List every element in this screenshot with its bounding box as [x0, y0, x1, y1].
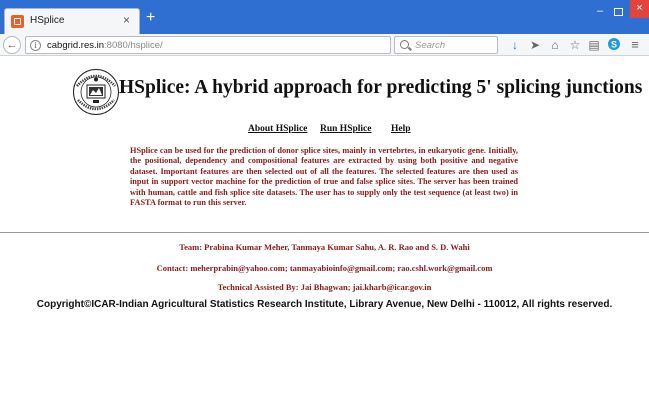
navigation-bar: ← i cabgrid.res.in:8080/hsplice/ ↻ Searc…: [0, 34, 649, 56]
tab-title: HSplice: [30, 15, 65, 26]
info-icon[interactable]: i: [30, 40, 41, 51]
url-text[interactable]: cabgrid.res.in:8080/hsplice/: [47, 40, 163, 51]
page-title: HSplice: A hybrid approach for predictin…: [119, 77, 643, 98]
page-content: HSplice: A hybrid approach for predictin…: [0, 56, 649, 393]
url-path: :8080/hsplice/: [104, 40, 163, 51]
browser-tabstrip: HSplice × + – ×: [0, 0, 649, 34]
home-icon[interactable]: ⌂: [547, 37, 563, 53]
svg-text:S: S: [611, 40, 617, 50]
url-host: cabgrid.res.in: [47, 40, 105, 51]
send-icon[interactable]: ➤: [527, 37, 543, 53]
contact-credit: Contact: meherprabin@yahoo.com; tanmayab…: [156, 263, 493, 273]
team-credit: Team: Prabina Kumar Meher, Tanmaya Kumar…: [179, 242, 470, 252]
technical-credit: Technical Assisted By: Jai Bhagwan; jai.…: [217, 282, 432, 292]
copyright-footer: Copyright©ICAR-Indian Agricultural Stati…: [36, 299, 613, 310]
about-link[interactable]: About HSplice: [248, 124, 307, 134]
page-nav: About HSplice Run HSplice Help: [0, 124, 649, 138]
menu-icon[interactable]: ≡: [627, 37, 643, 53]
maximize-button[interactable]: [610, 5, 626, 19]
favicon-icon: [11, 15, 24, 28]
tab-close-icon[interactable]: ×: [123, 13, 130, 27]
star-icon[interactable]: ☆: [567, 37, 583, 53]
back-arrow-icon[interactable]: ←: [3, 36, 21, 54]
search-icon: [400, 40, 409, 49]
icar-logo: [73, 69, 119, 115]
description-text: HSplice can be used for the prediction o…: [130, 146, 518, 208]
tab-hsplice[interactable]: HSplice ×: [4, 8, 140, 34]
help-link[interactable]: Help: [391, 124, 411, 134]
run-link[interactable]: Run HSplice: [320, 124, 371, 134]
divider: [0, 232, 649, 233]
new-tab-button[interactable]: +: [146, 10, 155, 26]
search-input[interactable]: Search: [394, 36, 498, 54]
search-placeholder: Search: [415, 40, 446, 51]
skype-icon[interactable]: S: [606, 37, 622, 53]
download-icon[interactable]: ↓: [507, 37, 523, 53]
minimize-button[interactable]: –: [592, 5, 608, 19]
address-bar[interactable]: i cabgrid.res.in:8080/hsplice/ ↻: [25, 36, 406, 54]
window-close-button[interactable]: ×: [630, 0, 649, 18]
clipboard-icon[interactable]: ▤: [586, 37, 602, 53]
